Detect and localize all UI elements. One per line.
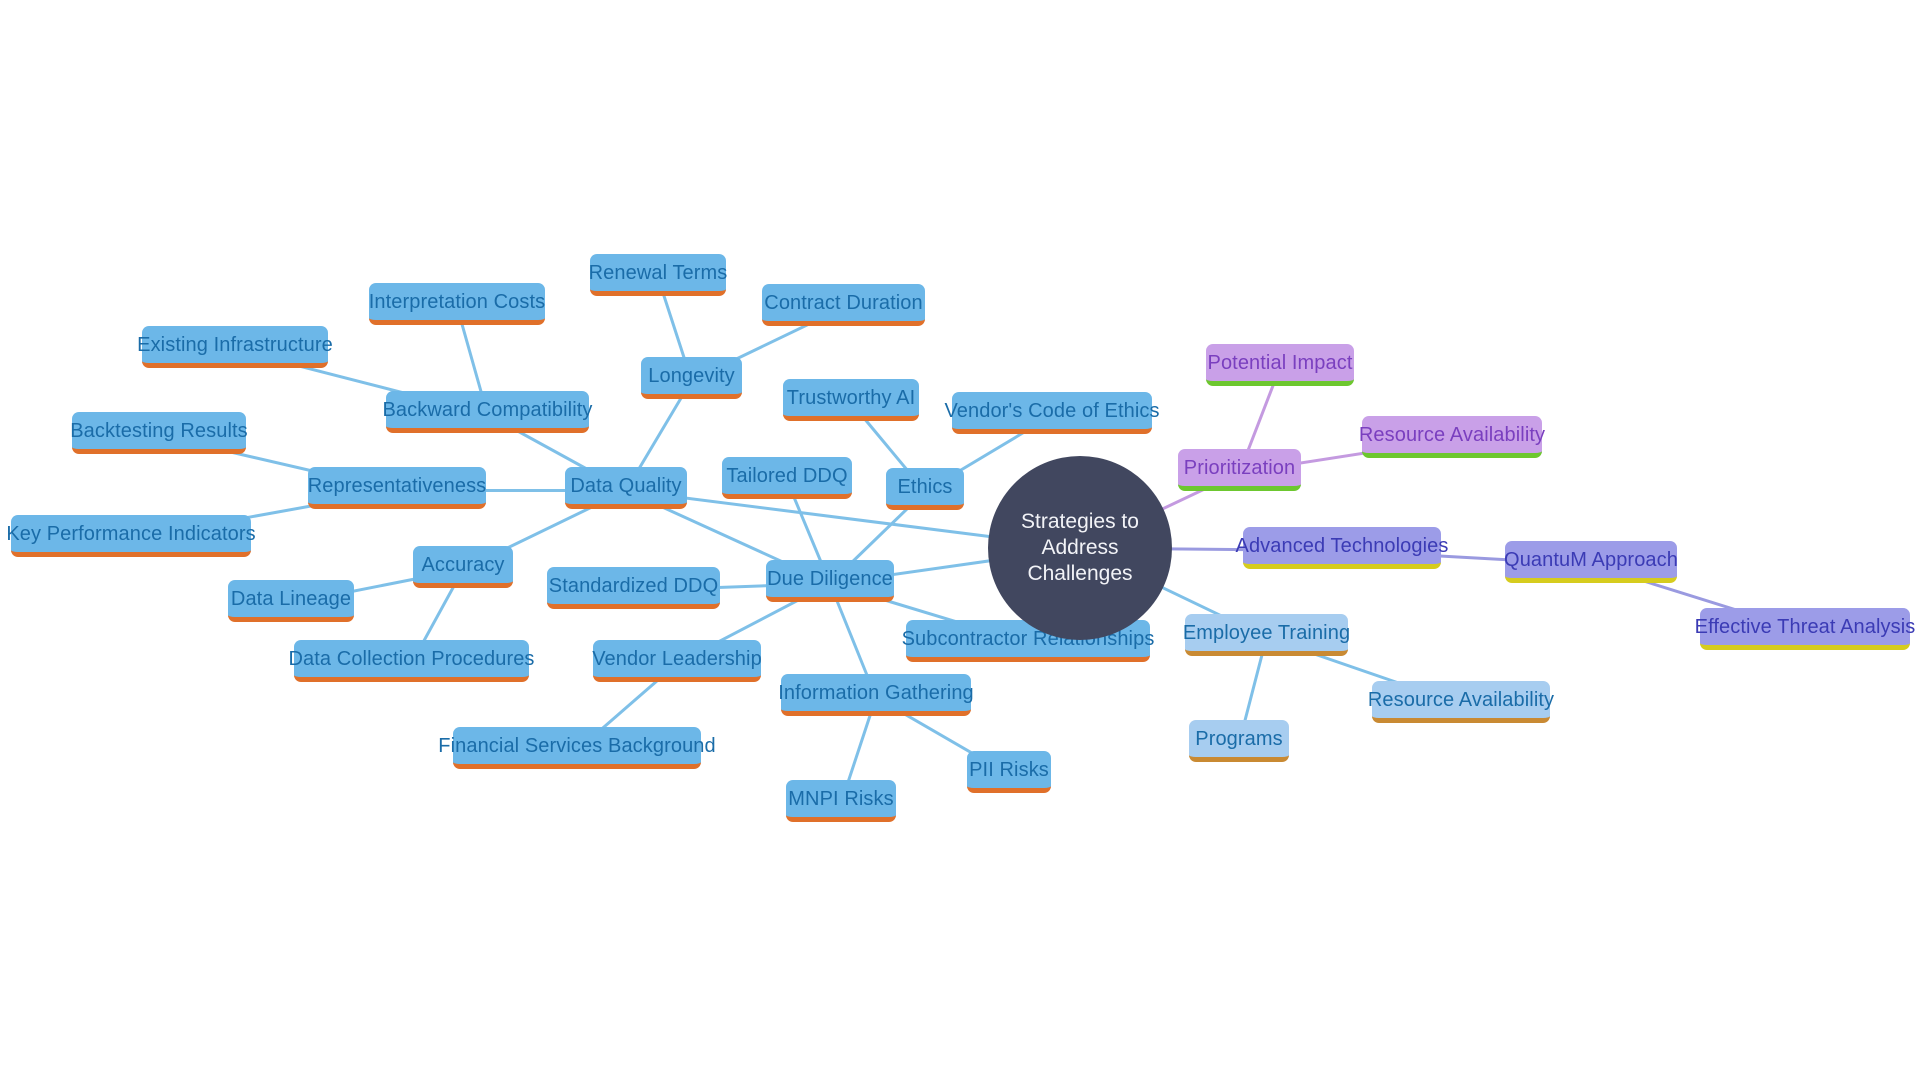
mindmap-node-data-quality[interactable]: Data Quality [565,467,687,509]
node-label: Key Performance Indicators [6,522,256,545]
node-label: Vendor's Code of Ethics [944,399,1160,422]
node-label: Employee Training [1182,621,1351,644]
mindmap-node-resource-availability-blue[interactable]: Resource Availability [1368,681,1554,723]
mindmap-node-ethics[interactable]: Ethics [886,468,964,510]
mindmap-node-information-gathering[interactable]: Information Gathering [778,674,974,716]
node-label: Existing Infrastructure [137,333,333,356]
mindmap-canvas: Renewal Terms Interpretation Costs Contrac… [0,0,1920,1080]
node-label: Backward Compatibility [382,398,593,421]
mindmap-node-quantum-approach[interactable]: QuantuM Approach [1504,541,1678,583]
central-node-label: Strategies to Address Challenges [1021,509,1139,586]
node-label: Trustworthy AI [786,386,916,409]
mindmap-node-contract-duration[interactable]: Contract Duration [762,284,925,326]
mindmap-node-mnpi-risks[interactable]: MNPI Risks [786,780,896,822]
mindmap-node-financial-services-background[interactable]: Financial Services Background [438,727,716,769]
mindmap-node-vendors-code-of-ethics[interactable]: Vendor's Code of Ethics [944,392,1159,434]
node-label: Due Diligence [767,567,893,590]
node-label: Resource Availability [1367,688,1555,711]
node-label: QuantuM Approach [1504,548,1678,571]
mindmap-node-due-diligence[interactable]: Due Diligence [766,560,894,602]
mindmap-node-advanced-technologies[interactable]: Advanced Technologies [1236,527,1448,569]
node-label: Resource Availability [1358,423,1546,446]
node-label: Data Lineage [230,587,352,610]
node-label: Effective Threat Analysis [1694,615,1916,638]
mindmap-node-effective-threat-analysis[interactable]: Effective Threat Analysis [1695,608,1915,650]
mindmap-node-representativeness[interactable]: Representativeness [308,467,486,509]
node-label: PII Risks [969,758,1049,781]
node-label: Accuracy [421,553,505,576]
mindmap-node-backward-compatibility[interactable]: Backward Compatibility [382,391,592,433]
node-label: Backtesting Results [70,419,248,442]
node-label: Standardized DDQ [548,574,719,597]
node-label: MNPI Risks [788,787,894,810]
node-label: Potential Impact [1207,351,1353,374]
mindmap-node-trustworthy-ai[interactable]: Trustworthy AI [783,379,919,421]
node-label: Programs [1195,727,1283,750]
mindmap-node-pii-risks[interactable]: PII Risks [967,751,1051,793]
node-label: Data Collection Procedures [288,647,535,670]
node-label: Prioritization [1183,456,1296,479]
node-label: Tailored DDQ [726,464,848,487]
mindmap-node-backtesting-results[interactable]: Backtesting Results [70,412,248,454]
node-label: Longevity [648,364,735,387]
mindmap-node-longevity[interactable]: Longevity [641,357,742,399]
mindmap-node-tailored-ddq[interactable]: Tailored DDQ [722,457,852,499]
node-label: Financial Services Background [438,734,716,757]
mindmap-node-potential-impact[interactable]: Potential Impact [1206,344,1354,386]
mindmap-node-programs[interactable]: Programs [1189,720,1289,762]
mindmap-node-resource-availability-purple[interactable]: Resource Availability [1358,416,1546,458]
mindmap-node-accuracy[interactable]: Accuracy [413,546,513,588]
node-label: Contract Duration [764,291,923,314]
node-label: Information Gathering [778,681,974,704]
mindmap-node-standardized-ddq[interactable]: Standardized DDQ [547,567,720,609]
node-label: Data Quality [570,474,682,497]
mindmap-node-interpretation-costs[interactable]: Interpretation Costs [369,283,545,325]
mindmap-node-key-performance-indicators[interactable]: Key Performance Indicators [6,515,256,557]
central-node[interactable]: Strategies to Address Challenges [988,456,1172,640]
edge-layer [129,276,1807,805]
mindmap-node-employee-training[interactable]: Employee Training [1182,614,1351,656]
mindmap-node-vendor-leadership[interactable]: Vendor Leadership [592,640,762,682]
node-label: Vendor Leadership [592,647,762,670]
mindmap-node-prioritization[interactable]: Prioritization [1178,449,1301,491]
node-label: Representativeness [307,474,487,497]
node-label: Advanced Technologies [1235,534,1449,557]
node-label: Interpretation Costs [368,290,546,313]
node-label: Renewal Terms [588,261,728,284]
mindmap-node-renewal-terms[interactable]: Renewal Terms [588,254,728,296]
mindmap-node-data-collection-procedures[interactable]: Data Collection Procedures [288,640,534,682]
mindmap-node-existing-infrastructure[interactable]: Existing Infrastructure [137,326,333,368]
mindmap-node-data-lineage[interactable]: Data Lineage [228,580,354,622]
node-label: Ethics [897,475,953,498]
